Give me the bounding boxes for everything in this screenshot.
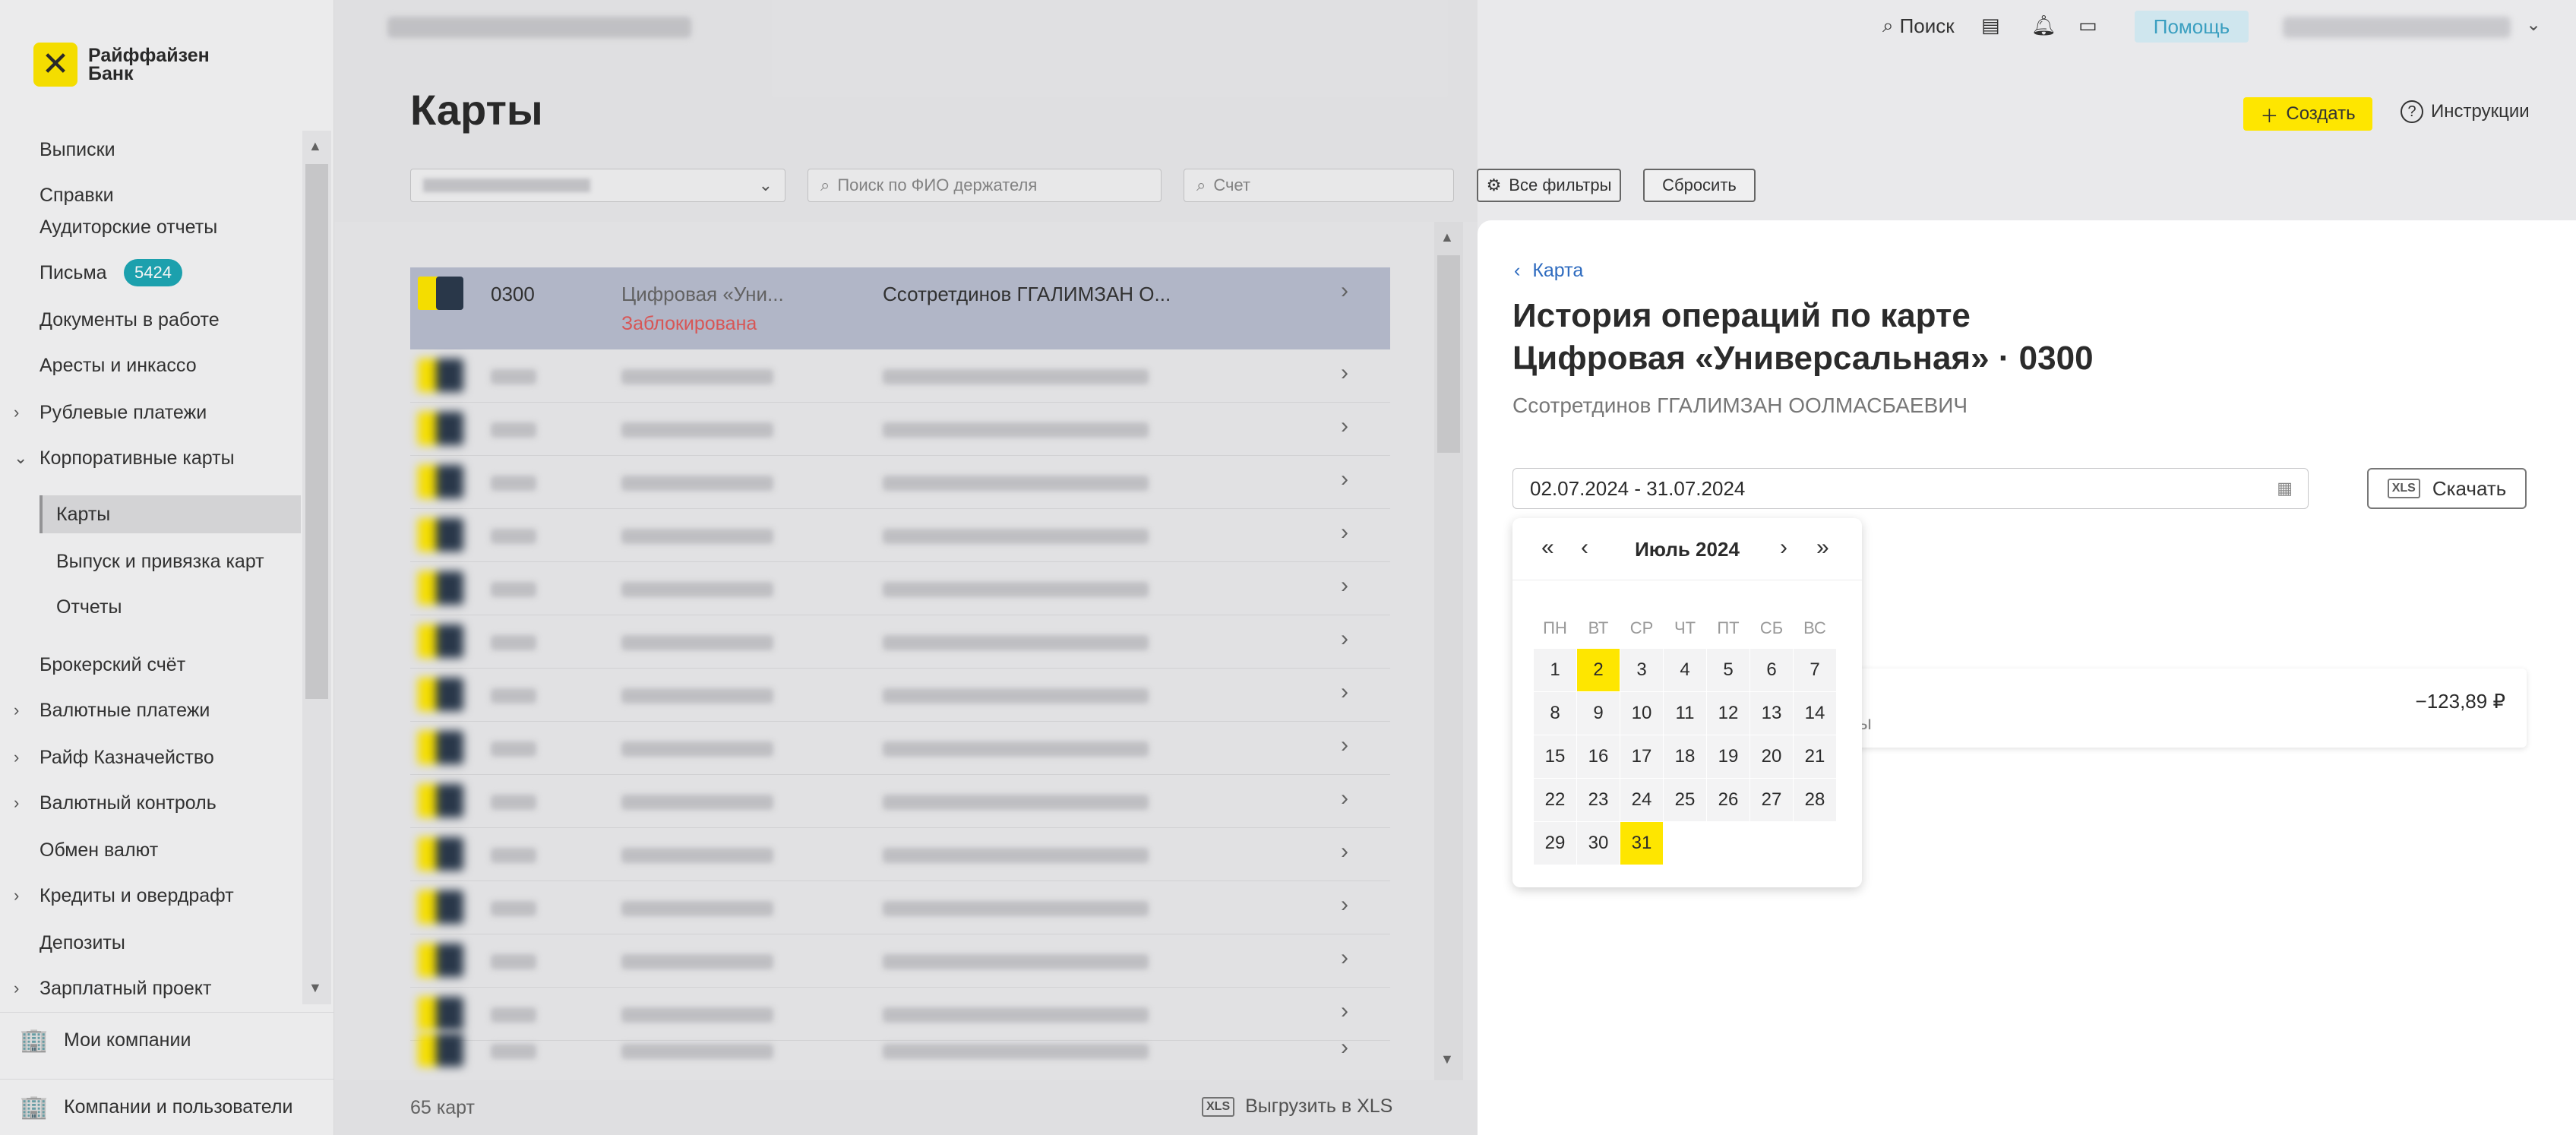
date-range-input[interactable]: 02.07.2024 - 31.07.2024 ▦: [1512, 468, 2309, 509]
xls-icon: XLS: [2387, 479, 2420, 498]
weekday-label: СР: [1629, 618, 1654, 637]
calendar-month: Июль 2024: [1635, 538, 1740, 561]
calendar-day[interactable]: 9: [1577, 692, 1620, 735]
card-history-panel: ‹ Карта История операций по карте Цифров…: [1478, 220, 2576, 1135]
calendar-day[interactable]: 3: [1620, 649, 1663, 691]
weekday-label: СБ: [1759, 618, 1784, 637]
calendar-day[interactable]: 5: [1707, 649, 1749, 691]
calendar-day[interactable]: 15: [1534, 735, 1576, 778]
operation-amount: −123,89 ₽: [2415, 690, 2505, 713]
calendar-day[interactable]: 20: [1750, 735, 1793, 778]
laptop-icon[interactable]: ▭: [2078, 14, 2097, 37]
calendar-day[interactable]: 11: [1664, 692, 1706, 735]
search-icon: ⌕: [1882, 14, 1894, 36]
calendar-day[interactable]: 1: [1534, 649, 1576, 691]
weekday-label: ВС: [1803, 618, 1826, 637]
weekday-label: ПТ: [1717, 618, 1740, 637]
calendar-day[interactable]: 7: [1794, 649, 1836, 691]
calendar-day[interactable]: 6: [1750, 649, 1793, 691]
sliders-icon: ⚙︎: [1486, 175, 1502, 194]
date-picker-header: « ‹ Июль 2024 › »: [1512, 518, 1862, 580]
download-button[interactable]: XLS Скачать: [2367, 468, 2527, 509]
panel-title: История операций по карте Цифровая «Унив…: [1512, 297, 2094, 377]
calendar-day[interactable]: 26: [1707, 779, 1749, 821]
calendar-day[interactable]: 14: [1794, 692, 1836, 735]
calendar-day[interactable]: 10: [1620, 692, 1663, 735]
plus-icon: ＋: [2260, 106, 2279, 127]
calendar-day[interactable]: 17: [1620, 735, 1663, 778]
calendar-day[interactable]: 13: [1750, 692, 1793, 735]
calendar-day[interactable]: 22: [1534, 779, 1576, 821]
card-holder-name: Ссотретдинов ГГАЛИМЗАН ООЛМАСБАЕВИЧ: [1512, 394, 1968, 417]
user-name-redacted[interactable]: [2283, 17, 2511, 38]
instructions-button[interactable]: ? Инструкции: [2401, 100, 2530, 123]
calendar-day-range-start[interactable]: 2: [1577, 649, 1620, 691]
chat-icon[interactable]: ▤: [1981, 14, 2000, 37]
top-search-button[interactable]: ⌕ Поиск: [1882, 14, 1955, 38]
calendar-day[interactable]: 28: [1794, 779, 1836, 821]
calendar-day[interactable]: 24: [1620, 779, 1663, 821]
calendar-icon[interactable]: ▦: [2277, 479, 2293, 498]
calendar-day[interactable]: 8: [1534, 692, 1576, 735]
next-month-icon[interactable]: ›: [1780, 535, 1787, 561]
calendar-day[interactable]: 27: [1750, 779, 1793, 821]
calendar-day[interactable]: 25: [1664, 779, 1706, 821]
weekday-label: ПН: [1543, 618, 1567, 637]
calendar-day[interactable]: 16: [1577, 735, 1620, 778]
bell-icon[interactable]: 🔔︎: [2031, 14, 2056, 37]
chevron-down-icon[interactable]: ⌄: [2526, 14, 2541, 36]
chevron-left-icon: ‹: [1514, 260, 1521, 281]
calendar-day[interactable]: 4: [1664, 649, 1706, 691]
calendar-day[interactable]: 19: [1707, 735, 1749, 778]
date-picker: « ‹ Июль 2024 › » ПН ВТ СР ЧТ ПТ СБ ВС 1…: [1512, 518, 1862, 887]
all-filters-button[interactable]: ⚙︎ Все фильтры: [1477, 169, 1621, 202]
help-button[interactable]: Помощь: [2135, 11, 2249, 43]
calendar-day[interactable]: 21: [1794, 735, 1836, 778]
calendar-day[interactable]: 29: [1534, 822, 1576, 865]
calendar-day[interactable]: 30: [1577, 822, 1620, 865]
weekday-label: ВТ: [1588, 618, 1609, 637]
modal-backdrop[interactable]: [0, 0, 1478, 1135]
calendar-day[interactable]: 18: [1664, 735, 1706, 778]
back-link[interactable]: ‹ Карта: [1514, 260, 1583, 282]
weekday-label: ЧТ: [1674, 618, 1696, 637]
calendar-day[interactable]: 23: [1577, 779, 1620, 821]
next-year-icon[interactable]: »: [1816, 535, 1829, 561]
reset-button[interactable]: Сбросить: [1643, 169, 1756, 202]
question-icon: ?: [2401, 100, 2423, 123]
calendar-day-range-end[interactable]: 31: [1620, 822, 1663, 865]
calendar-day[interactable]: 12: [1707, 692, 1749, 735]
operation-item[interactable]: азины −123,89 ₽: [1818, 669, 2527, 748]
create-button[interactable]: ＋ Создать: [2243, 97, 2372, 131]
